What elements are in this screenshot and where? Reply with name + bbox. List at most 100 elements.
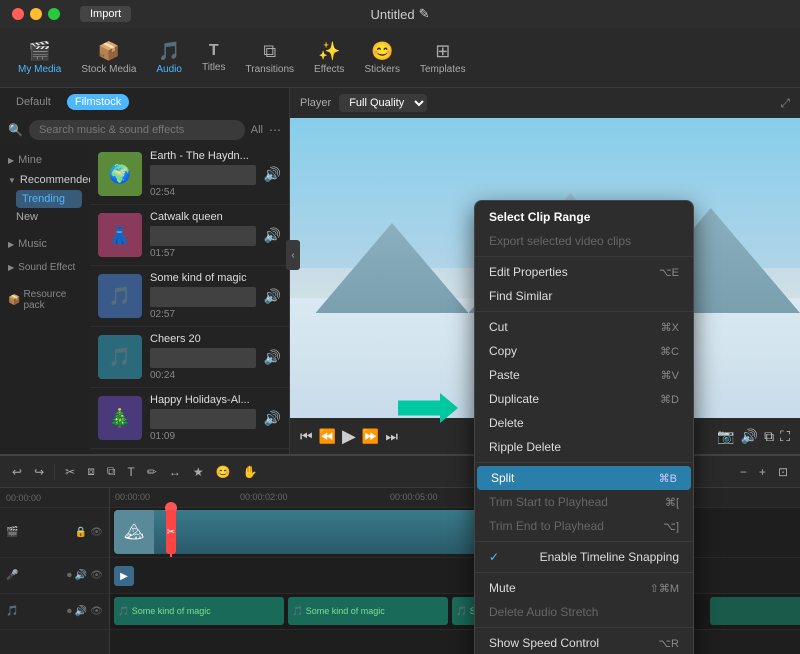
add-to-timeline-4[interactable]: 🔊	[264, 410, 281, 427]
nav-effects[interactable]: ✨ Effects	[306, 37, 352, 79]
panel-collapse-btn[interactable]: ‹	[286, 240, 300, 270]
add-to-timeline-2[interactable]: 🔊	[264, 288, 281, 305]
cm-trim-start[interactable]: Trim Start to Playhead ⌘[	[475, 490, 693, 514]
transition-tl-button[interactable]: ↔	[165, 463, 185, 481]
snapshot-button[interactable]: 📷	[717, 428, 734, 445]
hand-button[interactable]: ✋	[239, 463, 262, 481]
cm-ripple-delete[interactable]: Ripple Delete	[475, 435, 693, 459]
stickers-icon: 😊	[371, 41, 393, 62]
import-button[interactable]: Import	[80, 6, 131, 22]
cm-paste[interactable]: Paste ⌘V	[475, 363, 693, 387]
sidebar-item-trending[interactable]: Trending	[16, 190, 82, 208]
nav-audio[interactable]: 🎵 Audio	[148, 37, 190, 79]
sidebar-item-music[interactable]: ▶ Music	[0, 234, 90, 254]
video-track-row[interactable]: 🏔 ✂	[110, 508, 800, 558]
sidebar-item-recommended[interactable]: ▼ Recommended Trending New	[0, 170, 90, 230]
nav-titles[interactable]: T Titles	[194, 38, 234, 77]
waveform-4	[150, 409, 256, 429]
music-info-2: Some kind of magic 02:57	[150, 272, 256, 320]
pip-button[interactable]: ⧉	[764, 428, 774, 445]
cm-delete-audio-stretch[interactable]: Delete Audio Stretch	[475, 600, 693, 624]
music-item-0[interactable]: 🌍 Earth - The Haydn... 02:54 🔊	[90, 144, 289, 205]
mine-arrow-icon: ▶	[8, 156, 14, 165]
audio-record-icon[interactable]: ⏺	[67, 570, 72, 581]
pen-button[interactable]: ✏	[143, 463, 161, 481]
nav-templates[interactable]: ⊞ Templates	[412, 37, 474, 79]
cut-button[interactable]: ✂	[61, 463, 79, 481]
music-mute-icon[interactable]: 🔊	[75, 606, 87, 617]
cm-cut[interactable]: Cut ⌘X	[475, 315, 693, 339]
toolbar-divider-1	[54, 464, 55, 480]
music-item-1[interactable]: 👗 Catwalk queen 01:57 🔊	[90, 205, 289, 266]
redo-button[interactable]: ↪	[30, 463, 48, 481]
minimize-button[interactable]	[30, 8, 42, 20]
filter-more-icon[interactable]: ⋯	[269, 123, 281, 137]
sidebar-item-mine[interactable]: ▶ Mine	[0, 150, 90, 170]
sidebar-item-new[interactable]: New	[16, 208, 82, 226]
waveform-0	[150, 165, 256, 185]
cm-copy[interactable]: Copy ⌘C	[475, 339, 693, 363]
step-back-button[interactable]: ⏪	[319, 428, 336, 445]
video-eye-icon[interactable]: 👁	[90, 527, 103, 538]
sticker-tl-button[interactable]: 😊	[212, 463, 235, 481]
music-clip-2[interactable]: 🎵 Some kind of magic	[288, 597, 448, 625]
cm-enable-snapping[interactable]: Enable Timeline Snapping	[475, 545, 693, 569]
music-clip-4[interactable]	[710, 597, 800, 625]
cm-divider-5	[475, 572, 693, 573]
text-button[interactable]: T	[123, 463, 138, 481]
music-item-4[interactable]: 🎄 Happy Holidays-Al... 01:09 🔊	[90, 388, 289, 449]
resource-pack[interactable]: 📦 Resource pack	[0, 285, 90, 315]
audio-mute-icon[interactable]: 🔊	[75, 570, 87, 581]
skip-back-button[interactable]: ⏮	[300, 428, 313, 445]
zoom-in-button[interactable]: +	[755, 463, 770, 481]
music-clip-1[interactable]: 🎵 Some kind of magic	[114, 597, 284, 625]
sidebar-item-sound-effect[interactable]: ▶ Sound Effect	[0, 258, 90, 277]
step-forward-button[interactable]: ⏩	[362, 428, 379, 445]
waveform-2	[150, 287, 256, 307]
undo-button[interactable]: ↩	[8, 463, 26, 481]
cm-edit-properties[interactable]: Edit Properties ⌥E	[475, 260, 693, 284]
video-lock-icon[interactable]: 🔒	[75, 527, 87, 538]
music-track-row[interactable]: 🎵 Some kind of magic 🎵 Some kind of magi…	[110, 594, 800, 630]
nav-transitions[interactable]: ⧉ Transitions	[238, 37, 303, 79]
cm-trim-end[interactable]: Trim End to Playhead ⌥]	[475, 514, 693, 538]
split-button[interactable]: ⧉	[103, 462, 120, 481]
quality-select[interactable]: Full Quality	[339, 94, 427, 112]
add-to-timeline-0[interactable]: 🔊	[264, 166, 281, 183]
cm-find-similar[interactable]: Find Similar	[475, 284, 693, 308]
music-eye-icon[interactable]: 👁	[90, 606, 103, 617]
zoom-out-button[interactable]: −	[736, 463, 751, 481]
effect-tl-button[interactable]: ★	[189, 463, 208, 481]
nav-stock-media[interactable]: 📦 Stock Media	[73, 37, 144, 79]
fullscreen-icon[interactable]: ⤢	[780, 96, 790, 111]
music-record-icon[interactable]: ⏺	[67, 606, 72, 617]
cm-delete[interactable]: Delete	[475, 411, 693, 435]
audio-track-row[interactable]: ▶	[110, 558, 800, 594]
crop-button[interactable]: ⧈	[83, 462, 99, 481]
search-input[interactable]	[29, 120, 245, 140]
filter-all[interactable]: All	[251, 124, 263, 136]
cm-mute[interactable]: Mute ⇧⌘M	[475, 576, 693, 600]
nav-my-media[interactable]: 🎬 My Media	[10, 37, 69, 79]
skip-forward-button[interactable]: ⏭	[385, 428, 398, 445]
cm-show-speed-control[interactable]: Show Speed Control ⌥R	[475, 631, 693, 654]
tab-default[interactable]: Default	[8, 94, 59, 110]
add-to-timeline-1[interactable]: 🔊	[264, 227, 281, 244]
music-item-2[interactable]: 🎵 Some kind of magic 02:57 🔊	[90, 266, 289, 327]
add-to-timeline-3[interactable]: 🔊	[264, 349, 281, 366]
cm-duplicate[interactable]: Duplicate ⌘D	[475, 387, 693, 411]
audio-play-marker[interactable]: ▶	[114, 566, 134, 586]
fullscreen-button[interactable]: ⛶	[780, 428, 790, 445]
music-item-3[interactable]: 🎵 Cheers 20 00:24 🔊	[90, 327, 289, 388]
close-button[interactable]	[12, 8, 24, 20]
fit-button[interactable]: ⊡	[774, 463, 792, 481]
search-icon: 🔍	[8, 123, 23, 137]
nav-stickers[interactable]: 😊 Stickers	[356, 37, 408, 79]
play-button[interactable]: ▶	[342, 426, 356, 447]
cm-split[interactable]: Split ⌘B	[477, 466, 691, 490]
maximize-button[interactable]	[48, 8, 60, 20]
audio-eye-icon[interactable]: 👁	[90, 570, 103, 581]
tab-filmstock[interactable]: Filmstock	[67, 94, 129, 110]
stock-media-icon: 📦	[98, 41, 120, 62]
volume-button[interactable]: 🔊	[741, 428, 758, 445]
